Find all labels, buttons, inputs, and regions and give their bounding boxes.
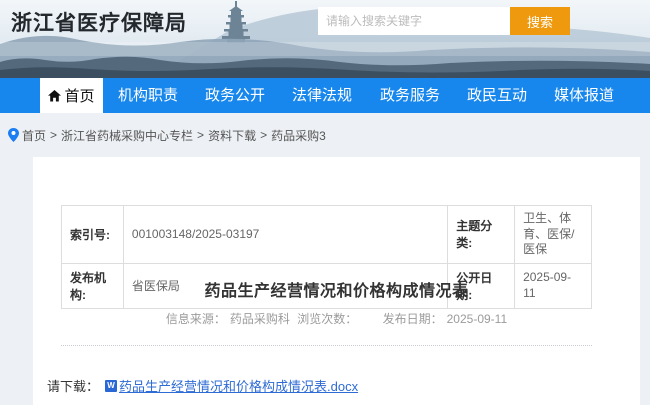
meta-date-label: 发布日期： [383,312,443,326]
index-number-label: 索引号: [62,206,124,264]
dotted-divider [61,345,592,346]
nav-item-disclosure[interactable]: 政务公开 [205,78,265,113]
download-label: 请下载： [47,376,99,395]
site-title: 浙江省医疗保障局 [11,7,187,37]
breadcrumb-procurement-center[interactable]: 浙江省药械采购中心专栏 [61,127,193,144]
table-row: 索引号: 001003148/2025-03197 主题分类: 卫生、体育、医保… [62,206,592,264]
article-title: 药品生产经营情况和价格构成情况表 [33,277,640,301]
topic-category-label: 主题分类: [448,206,515,264]
index-number-value: 001003148/2025-03197 [123,206,447,264]
download-file-link[interactable]: 药品生产经营情况和价格构成情况表.docx [119,376,358,395]
search-button[interactable]: 搜索 [510,7,570,35]
nav-item-home[interactable]: 首页 [40,78,103,113]
breadcrumb-current: 药品采购3 [271,127,326,144]
content-card: 索引号: 001003148/2025-03197 主题分类: 卫生、体育、医保… [33,157,640,405]
word-doc-icon: W [105,380,117,392]
meta-views-label: 浏览次数： [297,312,357,326]
breadcrumb-separator: > [260,128,267,142]
header-banner: 浙江省医疗保障局 搜索 [0,0,650,78]
page: 浙江省医疗保障局 搜索 首页 机构职责 政务公开 法律法规 政务服务 政民互动 … [0,0,650,405]
search-input[interactable] [318,7,510,35]
home-icon [48,90,61,102]
download-row: 请下载： W 药品生产经营情况和价格构成情况表.docx [47,376,358,395]
breadcrumb-separator: > [197,128,204,142]
nav-item-laws[interactable]: 法律法规 [292,78,352,113]
nav-item-label: 首页 [64,85,94,106]
nav-item-services[interactable]: 政务服务 [380,78,440,113]
main-nav: 首页 机构职责 政务公开 法律法规 政务服务 政民互动 媒体报道 [0,78,650,113]
nav-item-interaction[interactable]: 政民互动 [467,78,527,113]
location-pin-icon [8,128,19,142]
nav-item-media[interactable]: 媒体报道 [554,78,614,113]
nav-item-duties[interactable]: 机构职责 [118,78,178,113]
article-meta: 信息来源： 药品采购科 浏览次数： 发布日期： 2025-09-11 [33,310,640,327]
search-bar: 搜索 [318,7,570,35]
meta-date-value: 2025-09-11 [447,312,508,326]
meta-source-value: 药品采购科 [230,312,290,326]
breadcrumb: 首页 > 浙江省药械采购中心专栏 > 资料下载 > 药品采购3 [0,113,650,157]
topic-category-value: 卫生、体育、医保/医保 [515,206,592,264]
meta-source-label: 信息来源： [166,312,226,326]
breadcrumb-separator: > [50,128,57,142]
breadcrumb-home[interactable]: 首页 [22,127,46,144]
breadcrumb-downloads[interactable]: 资料下载 [208,127,256,144]
